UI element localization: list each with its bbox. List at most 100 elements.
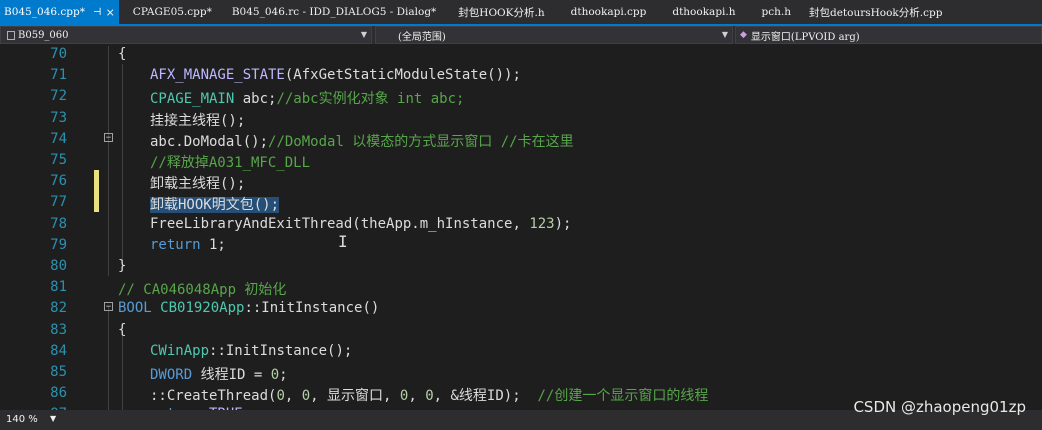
member-dropdown-label: 显示窗口(LPVOID arg) <box>750 31 860 43</box>
code-line[interactable]: { <box>118 322 126 338</box>
scope-dropdown-label: (全局范围) <box>398 31 446 43</box>
code-token: abc; <box>234 91 277 108</box>
code-line[interactable]: CWinApp::InitInstance(); <box>150 343 352 359</box>
tab-label: pch.h <box>761 6 791 18</box>
code-token: 0 <box>270 367 280 383</box>
code-token: , &线程ID); <box>433 388 538 405</box>
code-line[interactable]: //释放掉A031_MFC_DLL <box>150 152 310 172</box>
code-line[interactable]: CPAGE_MAIN abc;//abc实例化对象 int abc; <box>150 88 464 108</box>
close-icon[interactable]: × <box>106 6 115 19</box>
code-token: CPAGE_MAIN <box>150 91 235 108</box>
code-line[interactable]: } <box>118 258 126 274</box>
watermark: CSDN @zhaopeng01zp <box>853 398 1026 416</box>
navigation-bar: B059_060 ▼ (全局范围) ▼ ◆ 显示窗口(LPVOID arg) <box>0 26 1042 44</box>
pin-icon[interactable]: ⊣ <box>93 7 102 18</box>
code-token: , 显示窗口, <box>310 388 400 405</box>
code-line[interactable]: abc.DoModal();//DoModal 以模态的方式显示窗口 //卡在这… <box>150 131 574 151</box>
code-token: abc.DoModal(); <box>150 133 269 150</box>
code-line[interactable]: FreeLibraryAndExitThread(theApp.m_hInsta… <box>150 216 571 232</box>
line-number: 77 <box>50 194 67 211</box>
chevron-down-icon[interactable]: ▼ <box>50 414 56 423</box>
line-number: 70 <box>50 46 67 62</box>
line-number: 78 <box>50 215 67 232</box>
code-token: 0 <box>276 388 285 405</box>
code-token: 挂接主线程(); <box>150 112 246 129</box>
change-tracking-marker <box>94 170 99 212</box>
code-token: AFX_MANAGE_STATE <box>150 67 285 84</box>
line-number: 74 <box>50 130 67 147</box>
code-token: 1; <box>200 236 226 253</box>
code-token: //abc实例化对象 int abc; <box>276 91 465 108</box>
member-dropdown[interactable]: ◆ 显示窗口(LPVOID arg) <box>735 26 1042 44</box>
code-token: AfxGetStaticModuleState <box>293 67 488 84</box>
line-number: 80 <box>50 258 67 274</box>
code-token: (theApp.m_hInstance, <box>352 215 530 232</box>
tab-8[interactable]: 封包detoursHook分析.cpp <box>809 0 942 24</box>
code-token: 0 <box>425 388 434 405</box>
selected-text: 卸载HOOK明文包(); <box>150 197 280 214</box>
line-number: 73 <box>50 109 67 126</box>
code-editor[interactable]: − − I 70 {71 AFX_MANAGE_STATE(AfxGetStatic… <box>0 44 1042 422</box>
project-dropdown[interactable]: B059_060 ▼ <box>0 26 372 44</box>
fold-toggle-icon[interactable]: − <box>104 133 113 143</box>
tab-1[interactable]: B045_046.cpp* ⊣ × <box>0 0 119 24</box>
document-tab-strip: B045_046.cpp* ⊣ × CPAGE05.cpp* B045_046.rc -… <box>0 0 1042 26</box>
tab-6[interactable]: dthookapi.h <box>672 0 735 24</box>
zoom-level[interactable]: 140 % <box>6 414 38 425</box>
code-token: 0 <box>301 388 311 405</box>
line-number: 85 <box>50 364 67 380</box>
code-token: //释放掉A031_MFC_DLL <box>150 155 311 171</box>
code-line[interactable]: return 1; <box>150 237 226 253</box>
code-line[interactable]: AFX_MANAGE_STATE(AfxGetStaticModuleState… <box>150 67 521 83</box>
code-token: BOOL <box>118 300 152 317</box>
tab-3[interactable]: B045_046.rc - IDD_DIALOG5 - Dialog* <box>232 0 436 24</box>
code-token: ::CreateThread( <box>150 388 277 405</box>
fold-toggle-icon[interactable]: − <box>104 302 113 312</box>
indent-guide <box>108 306 109 410</box>
tab-label: B045_046.rc - IDD_DIALOG5 - Dialog* <box>231 6 437 18</box>
code-line[interactable]: // CA046048App 初始化 <box>118 279 286 299</box>
line-number: 84 <box>50 342 67 359</box>
code-token: 123 <box>529 215 555 232</box>
line-number: 76 <box>50 173 67 190</box>
code-line[interactable]: ::CreateThread(0, 0, 显示窗口, 0, 0, &线程ID);… <box>150 385 708 405</box>
tab-label: B045_046.cpp* <box>4 6 85 18</box>
tab-label: dthookapi.h <box>672 6 736 18</box>
code-line[interactable]: 挂接主线程(); <box>150 110 245 130</box>
code-token: CWinApp <box>150 342 210 359</box>
code-token: return <box>150 236 201 253</box>
code-line[interactable]: { <box>118 46 126 62</box>
text-cursor-icon: I <box>338 232 348 251</box>
tab-label: 封包HOOK分析.h <box>458 6 545 19</box>
tab-label: CPAGE05.cpp* <box>132 6 212 18</box>
code-token: CB01920App <box>160 300 245 317</box>
code-token: // CA046048App 初始化 <box>118 282 287 299</box>
tab-5[interactable]: dthookapi.cpp <box>571 0 647 24</box>
chevron-down-icon: ▼ <box>721 30 728 39</box>
code-token: ; <box>279 367 288 383</box>
indent-guide <box>108 46 109 276</box>
project-dropdown-label: B059_060 <box>18 29 69 41</box>
scope-dropdown[interactable]: (全局范围) ▼ <box>375 26 733 44</box>
code-token: { <box>118 321 127 338</box>
tab-2[interactable]: CPAGE05.cpp* <box>133 0 212 24</box>
line-number: 75 <box>50 152 67 168</box>
code-token: ::InitInstance(); <box>209 342 353 359</box>
code-token: 卸载主线程(); <box>150 176 246 193</box>
code-token: , <box>284 388 302 405</box>
code-line[interactable]: 卸载HOOK明文包(); <box>150 194 280 214</box>
method-icon: ◆ <box>740 30 747 40</box>
code-token: } <box>118 258 127 274</box>
code-token: //DoModal 以模态的方式显示窗口 //卡在这里 <box>268 133 574 150</box>
line-number: 82 <box>50 300 67 317</box>
tab-7[interactable]: pch.h <box>762 0 791 24</box>
code-line[interactable]: BOOL CB01920App::InitInstance() <box>118 300 379 316</box>
tab-4[interactable]: 封包HOOK分析.h <box>458 0 544 24</box>
chevron-down-icon: ▼ <box>360 30 367 39</box>
line-number: 86 <box>50 385 67 402</box>
line-number: 79 <box>50 236 67 253</box>
code-line[interactable]: DWORD 线程ID = 0; <box>150 364 288 384</box>
code-line[interactable]: 卸载主线程(); <box>150 173 245 193</box>
tab-label: dthookapi.cpp <box>570 6 647 18</box>
